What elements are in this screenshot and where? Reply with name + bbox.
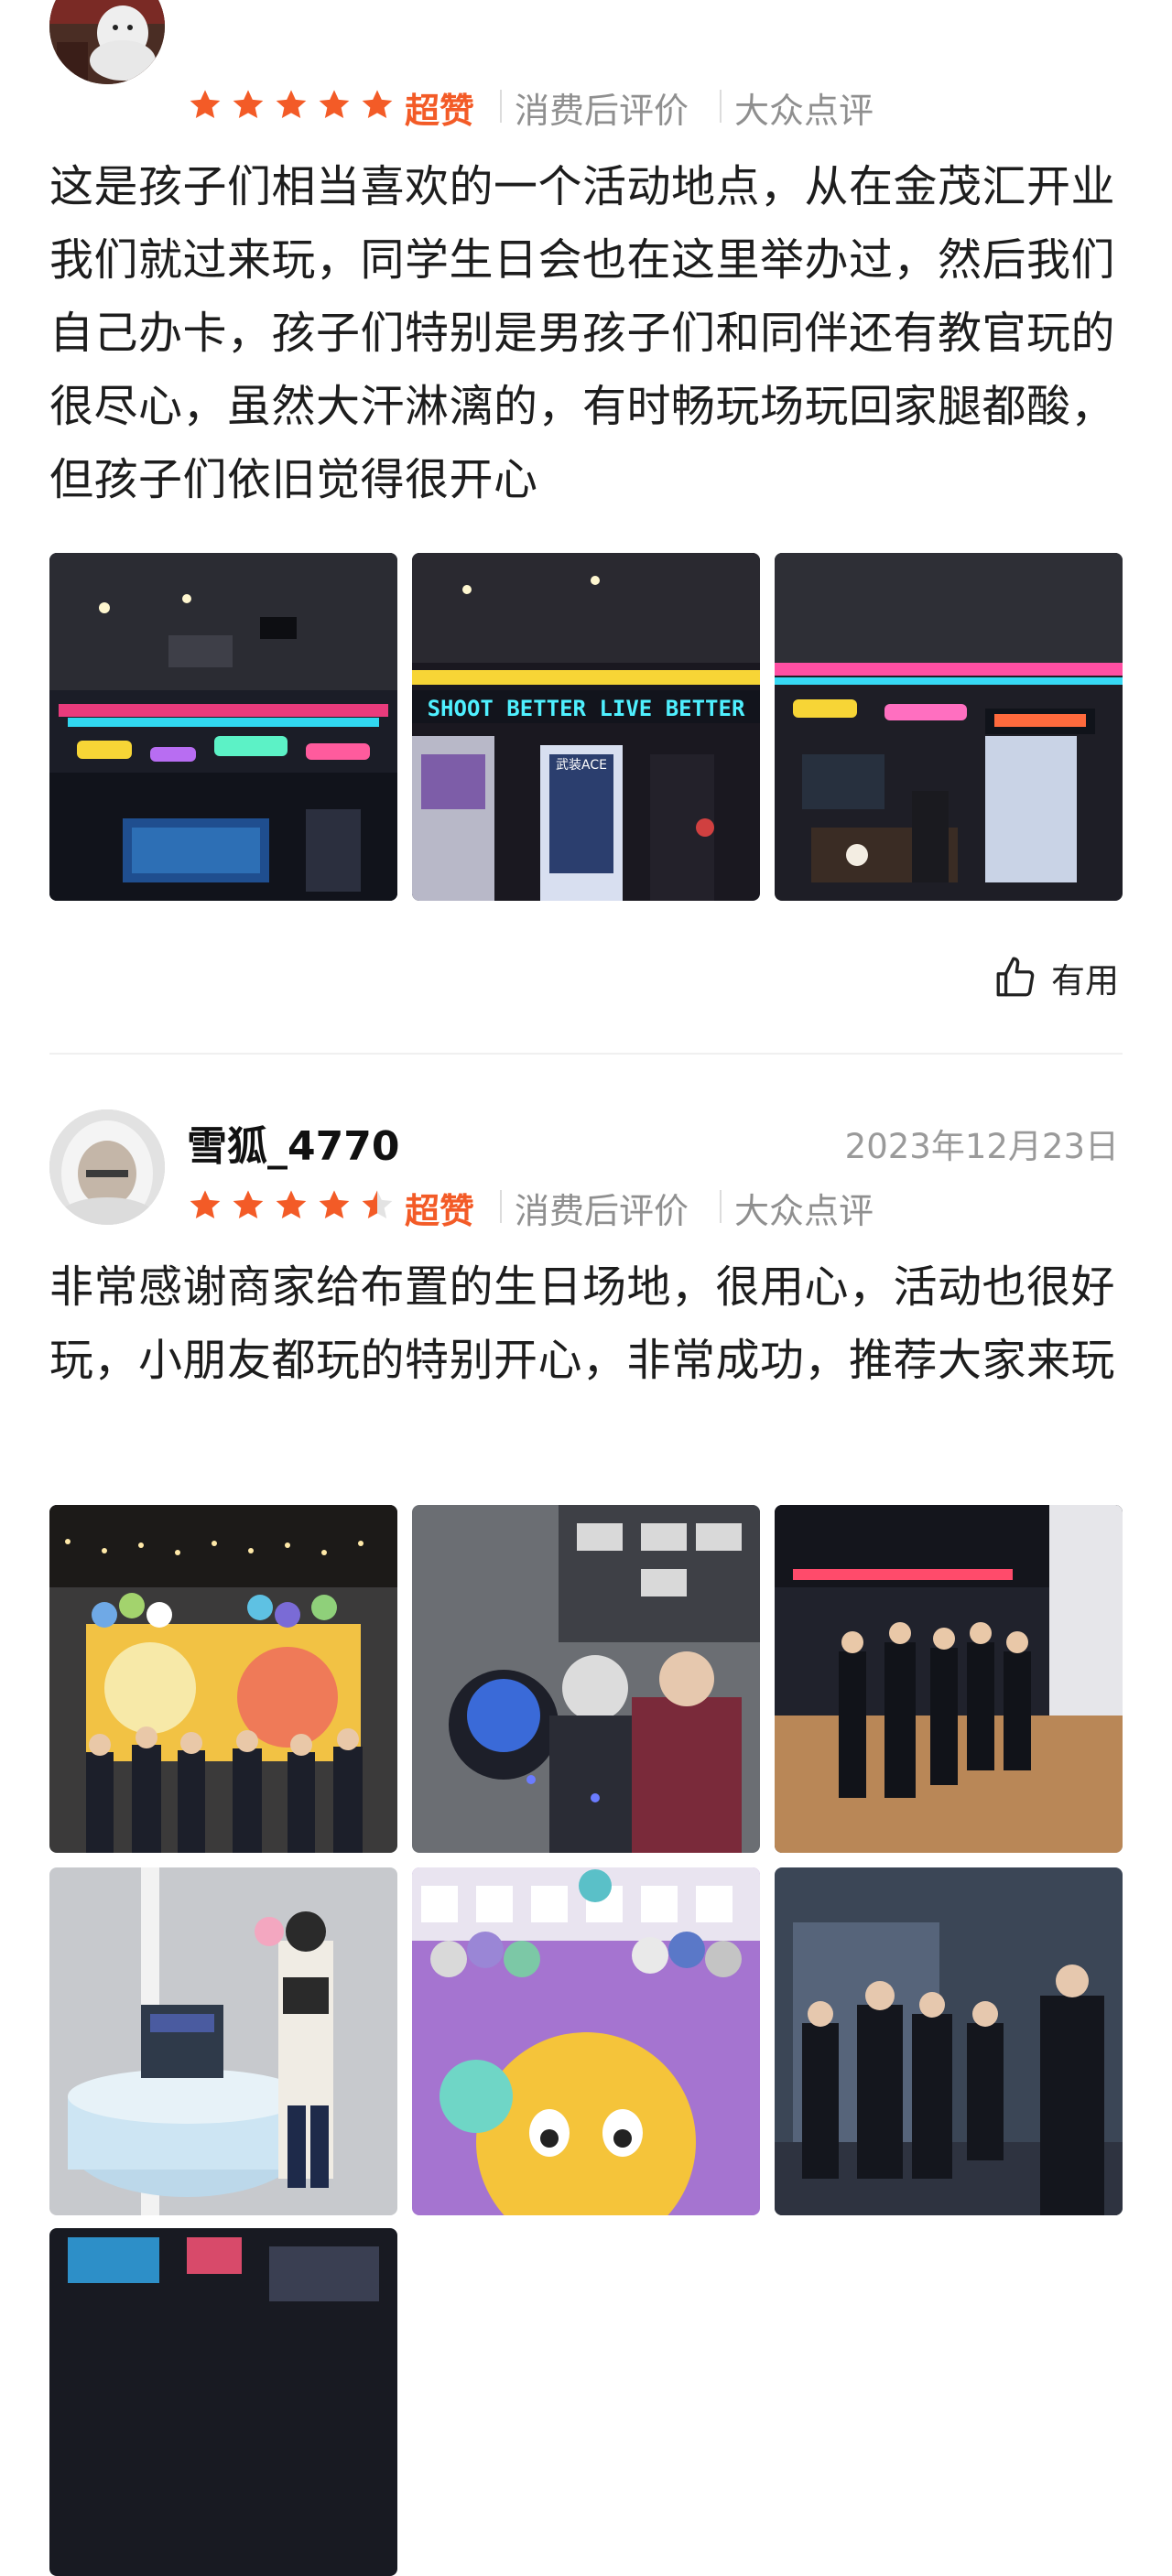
divider-line — [500, 1190, 502, 1223]
rating-stars — [187, 1184, 402, 1228]
reviewer-name[interactable]: 雪狐_4770 — [187, 1113, 399, 1172]
source-label: 大众点评 — [734, 1191, 874, 1231]
review-date: 2023年12月23日 — [844, 1127, 1119, 1166]
review-photo[interactable] — [775, 553, 1123, 901]
rating-badge: 超赞 — [405, 1191, 475, 1231]
review-photo[interactable]: SHOOT BETTER LIVE BETTER 武装ACE — [412, 553, 760, 901]
useful-button[interactable]: 有用 — [993, 950, 1119, 1005]
divider-line — [720, 1190, 722, 1223]
review-text: 非常感谢商家给布置的生日场地，很用心，活动也很好玩，小朋友都玩的特别开心，非常成… — [49, 1261, 1116, 1386]
star-icon — [233, 1190, 264, 1218]
source-label: 大众点评 — [734, 91, 874, 131]
star-icon — [319, 1190, 350, 1218]
shoot-better-sign: SHOOT BETTER LIVE BETTER — [428, 696, 745, 721]
star-icon — [190, 1190, 221, 1218]
star-icon — [319, 90, 350, 118]
divider-line — [500, 90, 502, 123]
star-icon — [276, 1190, 307, 1218]
rating-stars — [187, 83, 402, 127]
user-avatar[interactable] — [49, 1109, 165, 1225]
review-divider — [49, 1053, 1123, 1055]
thumbs-up-icon — [996, 957, 1035, 997]
divider-line — [720, 90, 722, 123]
star-icon — [233, 90, 264, 118]
review-photo[interactable] — [775, 1505, 1123, 1853]
star-icon — [190, 90, 221, 118]
review-photo[interactable] — [412, 1867, 760, 2215]
star-icon — [362, 90, 393, 118]
user-avatar[interactable] — [49, 0, 165, 84]
review-photo[interactable] — [49, 553, 397, 901]
review-photo[interactable] — [49, 1505, 397, 1853]
post-consumption-label: 消费后评价 — [515, 91, 689, 131]
poster-title: 武装ACE — [556, 758, 607, 773]
star-icon — [276, 90, 307, 118]
star-icon — [362, 1190, 393, 1218]
review-photo[interactable] — [49, 1867, 397, 2215]
review-photo[interactable] — [412, 1505, 760, 1853]
post-consumption-label: 消费后评价 — [515, 1191, 689, 1231]
useful-label: 有用 — [1051, 961, 1119, 1001]
rating-badge: 超赞 — [405, 91, 475, 131]
review-photo[interactable] — [49, 2228, 397, 2576]
review-text: 这是孩子们相当喜欢的一个活动地点，从在金茂汇开业我们就过来玩，同学生日会也在这里… — [49, 161, 1116, 505]
review-photo[interactable] — [775, 1867, 1123, 2215]
